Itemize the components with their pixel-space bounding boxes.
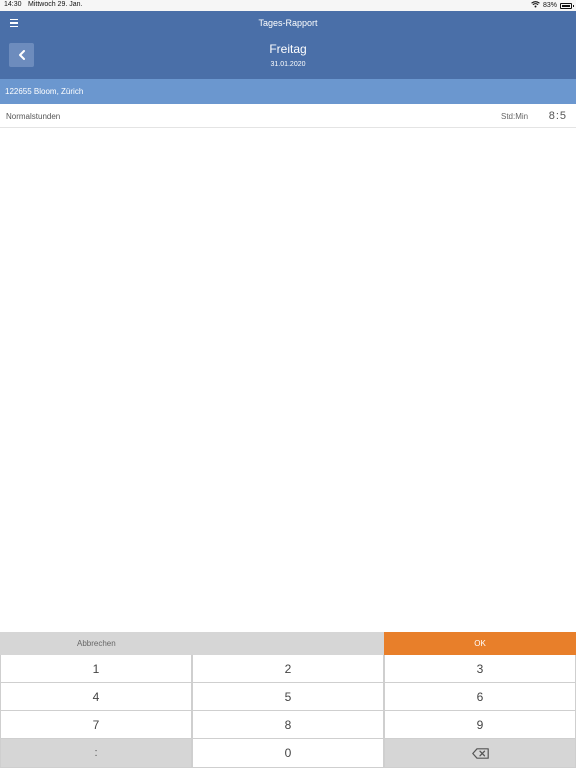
key-7[interactable]: 7 xyxy=(0,711,192,739)
key-3[interactable]: 3 xyxy=(384,655,576,683)
hours-value[interactable]: 8:5 xyxy=(549,110,567,122)
key-5[interactable]: 5 xyxy=(192,683,384,711)
status-right: 83% xyxy=(531,1,574,10)
key-6[interactable]: 6 xyxy=(384,683,576,711)
ok-button[interactable]: OK xyxy=(384,632,576,655)
day-title: Freitag xyxy=(269,42,307,56)
battery-icon xyxy=(560,2,574,9)
keypad-action-bar: Abbrechen OK xyxy=(0,632,576,655)
number-keypad: 1 2 3 4 5 6 7 8 9 : 0 xyxy=(0,655,576,768)
hours-label: Normalstunden xyxy=(6,112,61,121)
status-date: Mittwoch 29. Jan. xyxy=(28,1,83,8)
key-colon[interactable]: : xyxy=(0,739,192,768)
project-bar: 122655 Bloom, Zürich xyxy=(0,79,576,104)
battery-percent: 83% xyxy=(542,2,557,9)
status-time: 14:30 xyxy=(4,1,22,8)
day-date: 31.01.2020 xyxy=(270,61,306,68)
key-9[interactable]: 9 xyxy=(384,711,576,739)
backspace-icon xyxy=(471,747,489,759)
key-2[interactable]: 2 xyxy=(192,655,384,683)
key-4[interactable]: 4 xyxy=(0,683,192,711)
app-title: Tages-Rapport xyxy=(258,18,318,28)
hours-unit: Std:Min xyxy=(501,112,529,121)
key-1[interactable]: 1 xyxy=(0,655,192,683)
key-0[interactable]: 0 xyxy=(192,739,384,768)
wifi-icon xyxy=(531,1,540,10)
cancel-button[interactable]: Abbrechen xyxy=(0,632,384,655)
key-8[interactable]: 8 xyxy=(192,711,384,739)
hours-row[interactable]: Normalstunden Std:Min 8:5 xyxy=(0,104,576,128)
backspace-key[interactable] xyxy=(384,739,576,768)
header: Tages-Rapport Freitag 31.01.2020 xyxy=(0,11,576,79)
status-bar: 14:30 Mittwoch 29. Jan. 83% xyxy=(0,0,576,11)
